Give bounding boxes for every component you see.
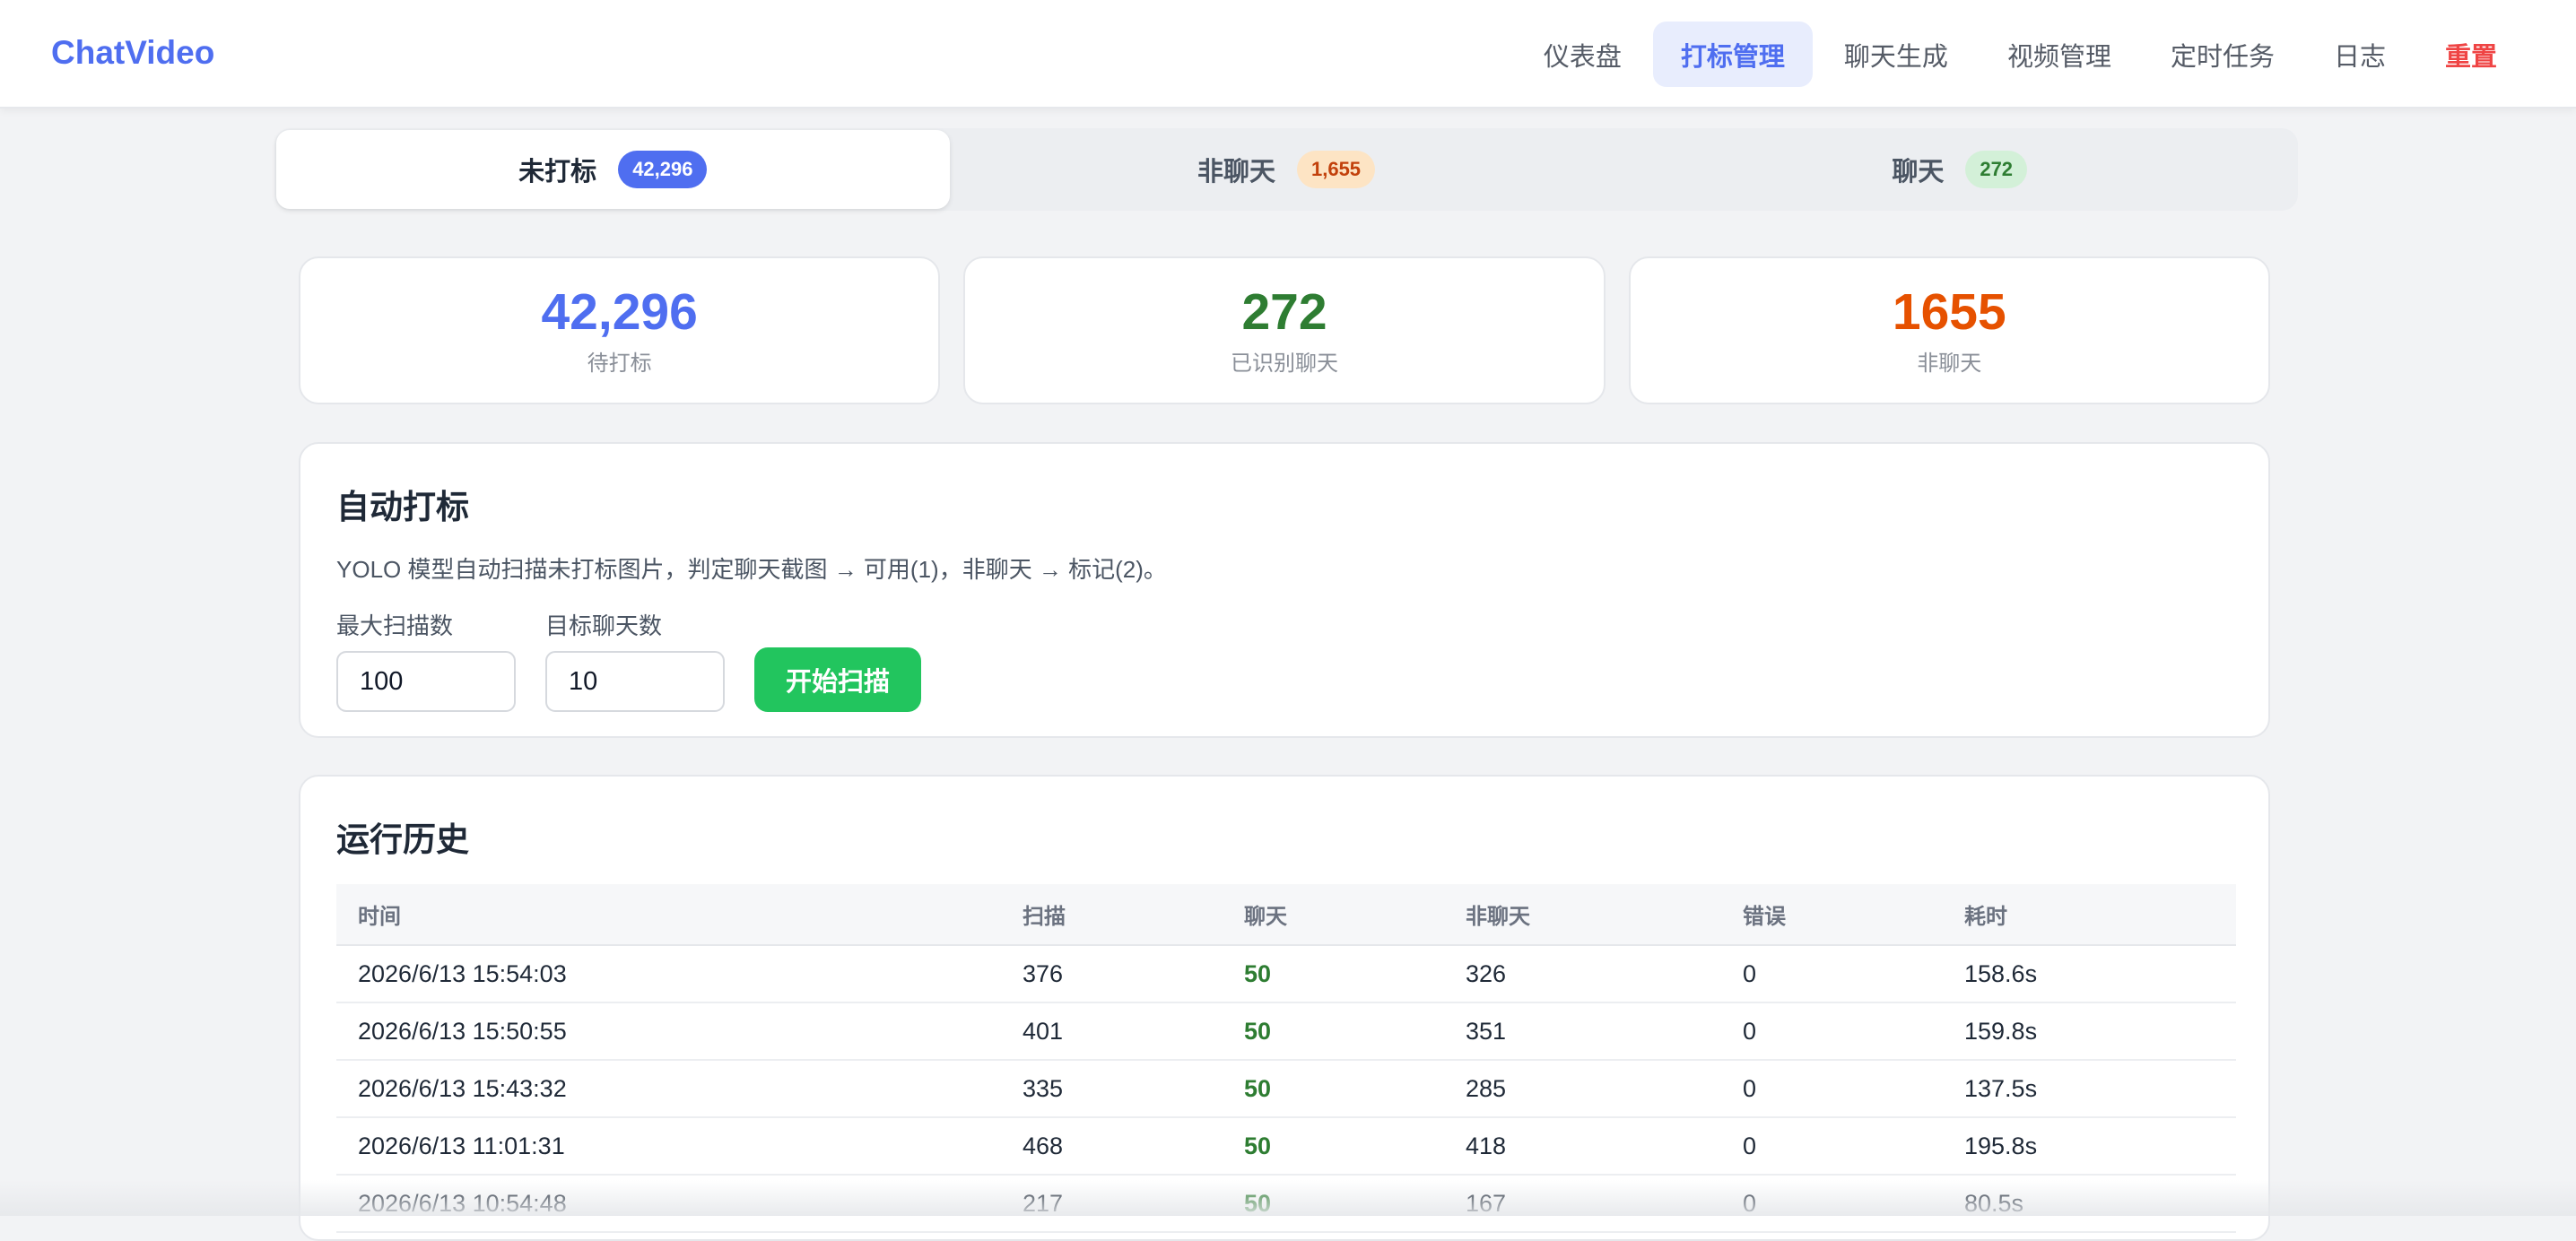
column-header: 非聊天	[1444, 884, 1721, 945]
stat-card-pending: 42,296 待打标	[299, 256, 940, 404]
cell-non-chat: 351	[1444, 1002, 1721, 1060]
count-badge: 272	[1965, 151, 2027, 188]
field-label: 目标聊天数	[545, 608, 725, 641]
stat-card-non-chat: 1655 非聊天	[1629, 256, 2270, 404]
table-row: 2026/6/13 15:43:32 335 50 285 0 137.5s	[336, 1060, 2236, 1117]
count-badge: 1,655	[1297, 151, 1375, 188]
nav-logs[interactable]: 日志	[2306, 22, 2414, 87]
app-logo[interactable]: ChatVideo	[51, 34, 214, 72]
stat-value: 272	[1241, 284, 1327, 341]
cell-time: 2026/6/13 15:43:32	[336, 1060, 1001, 1117]
nav-video-management[interactable]: 视频管理	[1980, 22, 2139, 87]
cell-duration: 137.5s	[1943, 1060, 2236, 1117]
cell-scanned: 376	[1001, 945, 1223, 1002]
column-header: 扫描	[1001, 884, 1223, 945]
stat-label: 非聊天	[1917, 345, 1981, 377]
stat-label: 已识别聊天	[1231, 345, 1338, 377]
stat-value: 42,296	[541, 284, 697, 341]
tab-non-chat[interactable]: 非聊天 1,655	[950, 130, 1623, 209]
cell-time: 2026/6/13 15:54:03	[336, 945, 1001, 1002]
stat-value: 1655	[1893, 284, 2006, 341]
cell-scanned: 468	[1001, 1117, 1223, 1175]
column-header: 时间	[336, 884, 1001, 945]
cell-errors: 0	[1721, 1060, 1943, 1117]
nav-dashboard[interactable]: 仪表盘	[1516, 22, 1649, 87]
column-header: 耗时	[1943, 884, 2236, 945]
cell-scanned: 335	[1001, 1060, 1223, 1117]
tab-chat[interactable]: 聊天 272	[1623, 130, 2296, 209]
cell-duration: 159.8s	[1943, 1002, 2236, 1060]
panel-title: 运行历史	[336, 812, 2232, 861]
count-badge: 42,296	[618, 151, 707, 188]
cell-errors: 0	[1721, 1002, 1943, 1060]
cell-time: 2026/6/13 11:01:31	[336, 1117, 1001, 1175]
target-chat-input[interactable]	[545, 651, 725, 712]
table-row: 2026/6/13 11:01:31 468 50 418 0 195.8s	[336, 1117, 2236, 1175]
cell-non-chat: 418	[1444, 1117, 1721, 1175]
cell-chat: 50	[1223, 1002, 1444, 1060]
cell-scanned: 401	[1001, 1002, 1223, 1060]
table-row: 2026/6/13 15:50:55 401 50 351 0 159.8s	[336, 1002, 2236, 1060]
stat-label: 待打标	[587, 345, 652, 377]
tab-label: 聊天	[1892, 151, 1944, 188]
column-header: 错误	[1721, 884, 1943, 945]
nav-reset-button[interactable]: 重置	[2417, 22, 2525, 87]
main-nav: 仪表盘 打标管理 聊天生成 视频管理 定时任务 日志 重置	[1516, 22, 2525, 87]
start-scan-button[interactable]: 开始扫描	[754, 647, 921, 712]
auto-label-panel: 自动打标 YOLO 模型自动扫描未打标图片，判定聊天截图 → 可用(1)，非聊天…	[299, 442, 2270, 738]
bottom-scroll-fade	[0, 1180, 2576, 1216]
table-row: 2026/6/13 15:54:03 376 50 326 0 158.6s	[336, 945, 2236, 1002]
panel-title: 自动打标	[336, 480, 2232, 528]
panel-description: YOLO 模型自动扫描未打标图片，判定聊天截图 → 可用(1)，非聊天 → 标记…	[336, 551, 2232, 585]
cell-chat: 50	[1223, 1117, 1444, 1175]
stats-row: 42,296 待打标 272 已识别聊天 1655 非聊天	[299, 256, 2270, 404]
max-scan-field: 最大扫描数	[336, 608, 516, 712]
cell-errors: 0	[1721, 1117, 1943, 1175]
column-header: 聊天	[1223, 884, 1444, 945]
target-chat-field: 目标聊天数	[545, 608, 725, 712]
cell-duration: 158.6s	[1943, 945, 2236, 1002]
cell-chat: 50	[1223, 1060, 1444, 1117]
nav-scheduled-tasks[interactable]: 定时任务	[2143, 22, 2302, 87]
nav-labeling[interactable]: 打标管理	[1653, 22, 1813, 87]
cell-non-chat: 285	[1444, 1060, 1721, 1117]
max-scan-input[interactable]	[336, 651, 516, 712]
tab-unlabeled[interactable]: 未打标 42,296	[276, 130, 950, 209]
table-header-row: 时间 扫描 聊天 非聊天 错误 耗时	[336, 884, 2236, 945]
field-label: 最大扫描数	[336, 608, 516, 641]
tab-label: 非聊天	[1197, 151, 1275, 188]
cell-non-chat: 326	[1444, 945, 1721, 1002]
top-navbar: ChatVideo 仪表盘 打标管理 聊天生成 视频管理 定时任务 日志 重置	[0, 0, 2576, 108]
tab-label: 未打标	[518, 151, 596, 188]
cell-errors: 0	[1721, 945, 1943, 1002]
label-status-tabs: 未打标 42,296 非聊天 1,655 聊天 272	[274, 128, 2298, 211]
nav-chat-generation[interactable]: 聊天生成	[1816, 22, 1976, 87]
cell-time: 2026/6/13 15:50:55	[336, 1002, 1001, 1060]
cell-chat: 50	[1223, 945, 1444, 1002]
cell-duration: 195.8s	[1943, 1117, 2236, 1175]
stat-card-chat: 272 已识别聊天	[963, 256, 1605, 404]
scan-form: 最大扫描数 目标聊天数 开始扫描	[336, 608, 2232, 712]
run-history-panel: 运行历史 时间 扫描 聊天 非聊天 错误 耗时 2026/6/13 15:54:…	[299, 775, 2270, 1241]
